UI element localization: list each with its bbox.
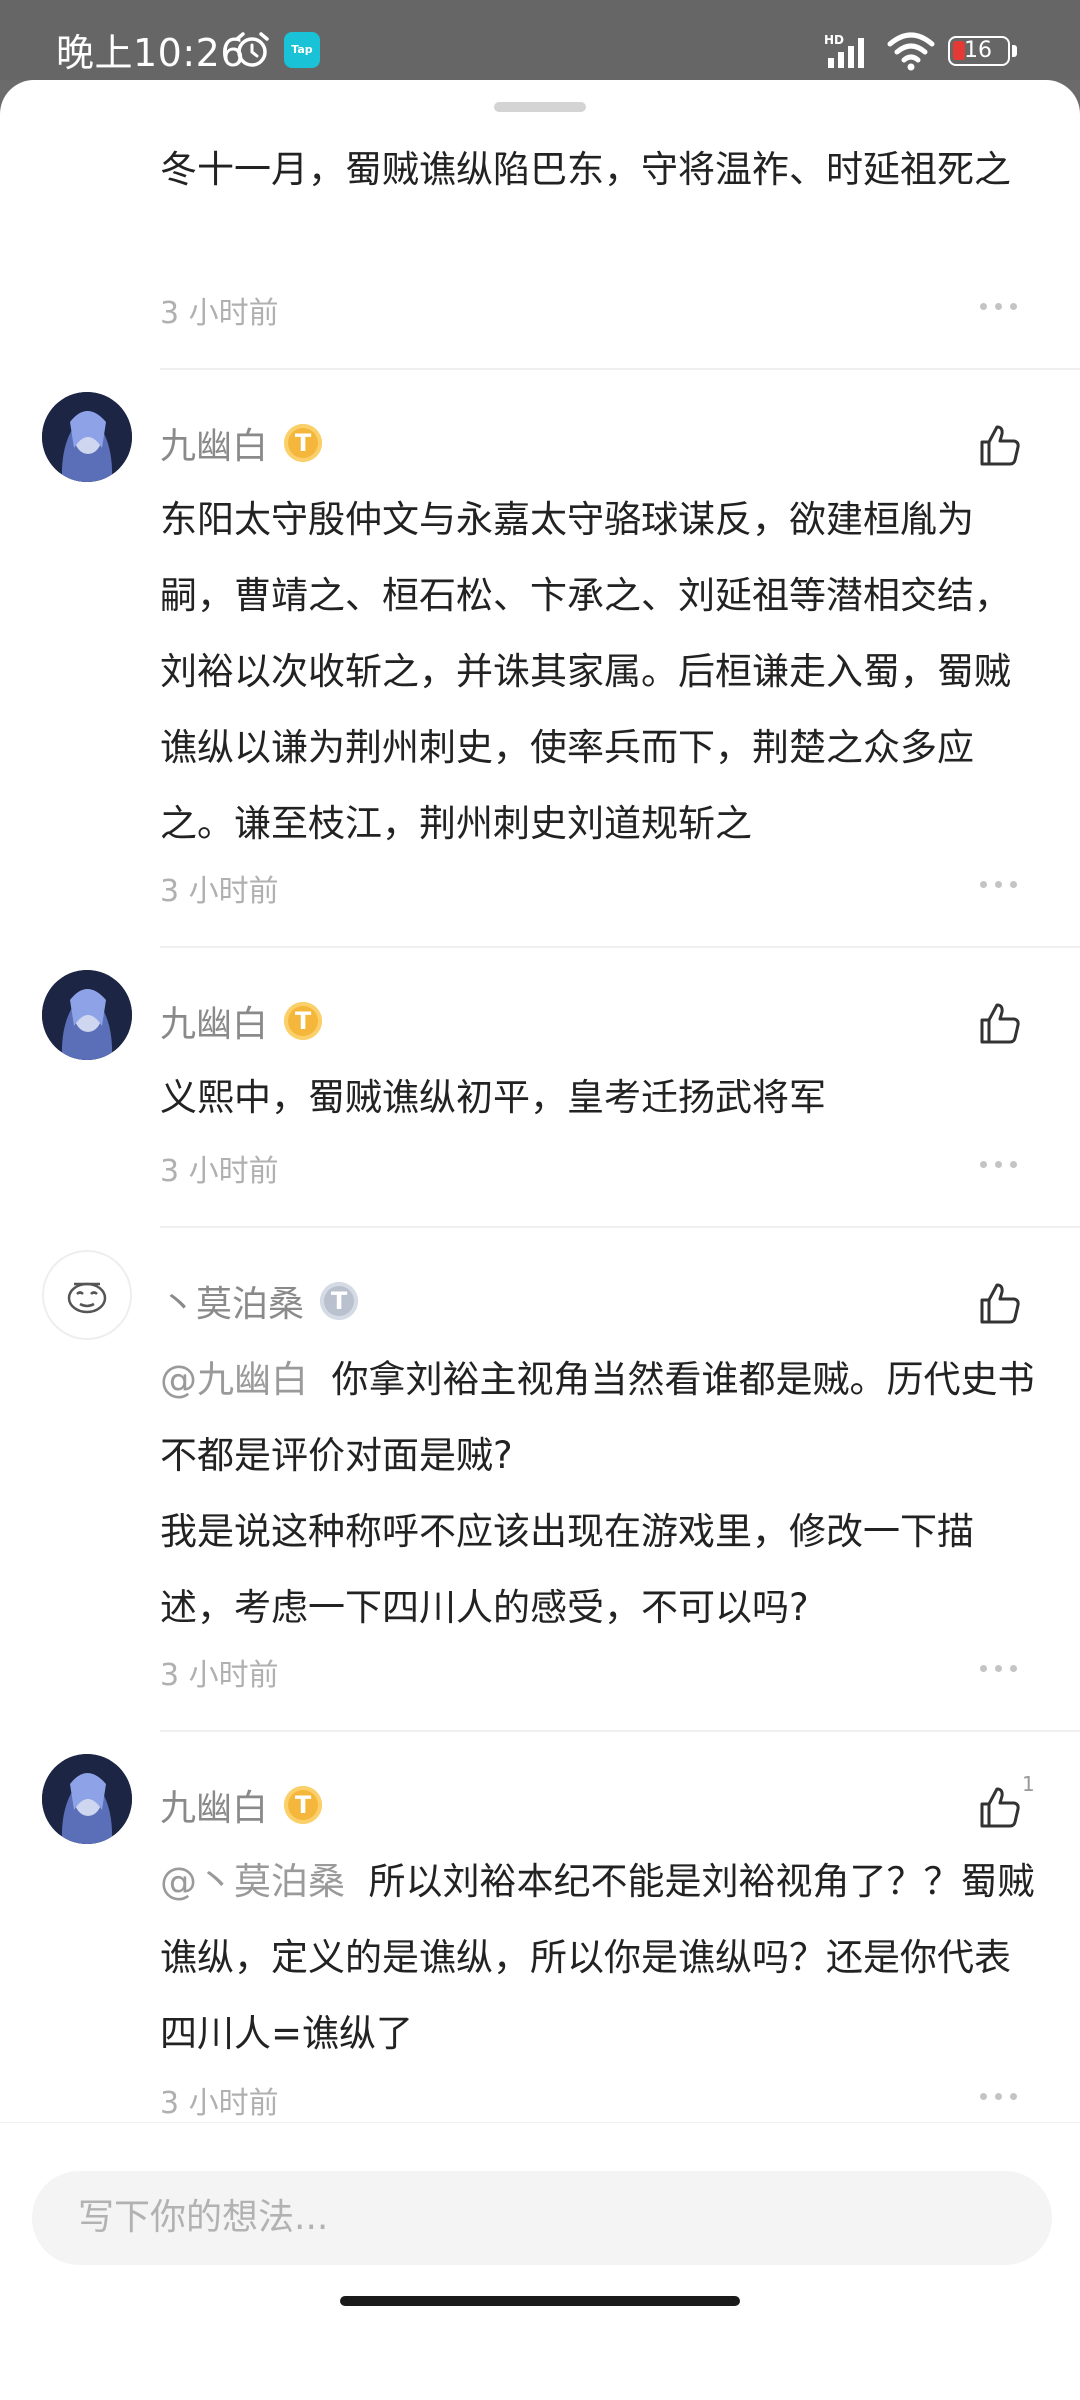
username[interactable]: 九幽白 [160, 995, 268, 1047]
status-time: 晚上10:26 [56, 31, 246, 75]
comment-time: 3 小时前 [160, 1658, 279, 1693]
cellular-signal-icon: HD [824, 33, 864, 68]
thumbs-up-icon[interactable] [976, 422, 1024, 470]
avatar[interactable] [42, 970, 132, 1060]
avatar-image [42, 392, 132, 482]
mention-link[interactable]: @丶莫泊桑 [160, 1860, 345, 1903]
comment-text: 东阳太守殷仲文与永嘉太守骆球谋反，欲建桓胤为嗣，曹靖之、桓石松、卞承之、刘延祖等… [160, 498, 1011, 845]
comment-header: 九幽白 T [160, 993, 323, 1049]
comment-text: @九幽白 你拿刘裕主视角当然看谁都是贼。历代史书不都是评价对面是贼? [160, 1342, 1040, 1494]
comment-time: 3 小时前 [160, 2086, 279, 2121]
avatar[interactable] [42, 1250, 132, 1340]
username[interactable]: 九幽白 [160, 1779, 268, 1831]
more-options-icon[interactable] [980, 878, 1020, 890]
mention-link[interactable]: @九幽白 [160, 1358, 308, 1401]
thumbs-up-icon[interactable] [976, 1000, 1024, 1048]
level-badge: T [284, 424, 323, 462]
divider [160, 1226, 1080, 1228]
comment-time: 3 小时前 [160, 1154, 279, 1189]
avatar[interactable] [42, 392, 132, 482]
comment-time: 3 小时前 [160, 874, 279, 909]
avatar-image [42, 970, 132, 1060]
more-options-icon[interactable] [980, 2090, 1020, 2102]
status-bar: 晚上10:26 Tap HD 16 [0, 0, 1080, 80]
battery-tip [1012, 45, 1017, 57]
more-options-icon[interactable] [980, 300, 1020, 312]
comment-text: 义熙中，蜀贼谯纵初平，皇考迁扬武将军 [160, 1076, 826, 1119]
comment-input[interactable]: 写下你的想法... [32, 2171, 1052, 2265]
battery-icon: 16 [948, 36, 1010, 66]
thumbs-up-icon[interactable] [976, 1784, 1024, 1832]
battery-percent: 16 [964, 38, 992, 63]
comment-input-bar: 写下你的想法... [0, 2122, 1080, 2320]
taptap-app-icon: Tap [284, 32, 320, 68]
comment-header: 九幽白 T [160, 415, 323, 471]
alarm-clock-icon [235, 32, 269, 67]
comment-sheet: 冬十一月，蜀贼谯纵陷巴东，守将温祚、时延祖死之 3 小时前 九幽白 T 东阳太守… [0, 80, 1080, 2400]
like-count: 1 [1022, 1772, 1035, 1796]
divider [160, 1730, 1080, 1732]
comment-header: 九幽白 T [160, 1777, 323, 1833]
level-badge: T [320, 1282, 359, 1320]
home-indicator[interactable] [340, 2296, 740, 2306]
more-options-icon[interactable] [980, 1662, 1020, 1674]
level-badge: T [284, 1786, 323, 1824]
wifi-icon [887, 32, 935, 71]
username[interactable]: 丶莫泊桑 [160, 1275, 304, 1327]
level-badge: T [284, 1002, 323, 1040]
avatar-image [67, 1282, 107, 1314]
comment-header: 丶莫泊桑 T [160, 1273, 359, 1329]
comment-text: @丶莫泊桑 所以刘裕本纪不能是刘裕视角了？？蜀贼谯纵，定义的是谯纵，所以你是谯纵… [160, 1844, 1040, 2072]
divider [160, 946, 1080, 948]
username[interactable]: 九幽白 [160, 417, 268, 469]
divider [160, 368, 1080, 370]
hd-label: HD [824, 33, 844, 47]
drag-handle[interactable] [494, 102, 586, 112]
avatar-image [42, 1754, 132, 1844]
comment-time: 3 小时前 [160, 296, 279, 331]
comment-text: 冬十一月，蜀贼谯纵陷巴东，守将温祚、时延祖死之 [160, 148, 1011, 191]
more-options-icon[interactable] [980, 1158, 1020, 1170]
comment-text-second: 我是说这种称呼不应该出现在游戏里，修改一下描述，考虑一下四川人的感受，不可以吗? [160, 1510, 974, 1629]
avatar[interactable] [42, 1754, 132, 1844]
thumbs-up-icon[interactable] [976, 1280, 1024, 1328]
